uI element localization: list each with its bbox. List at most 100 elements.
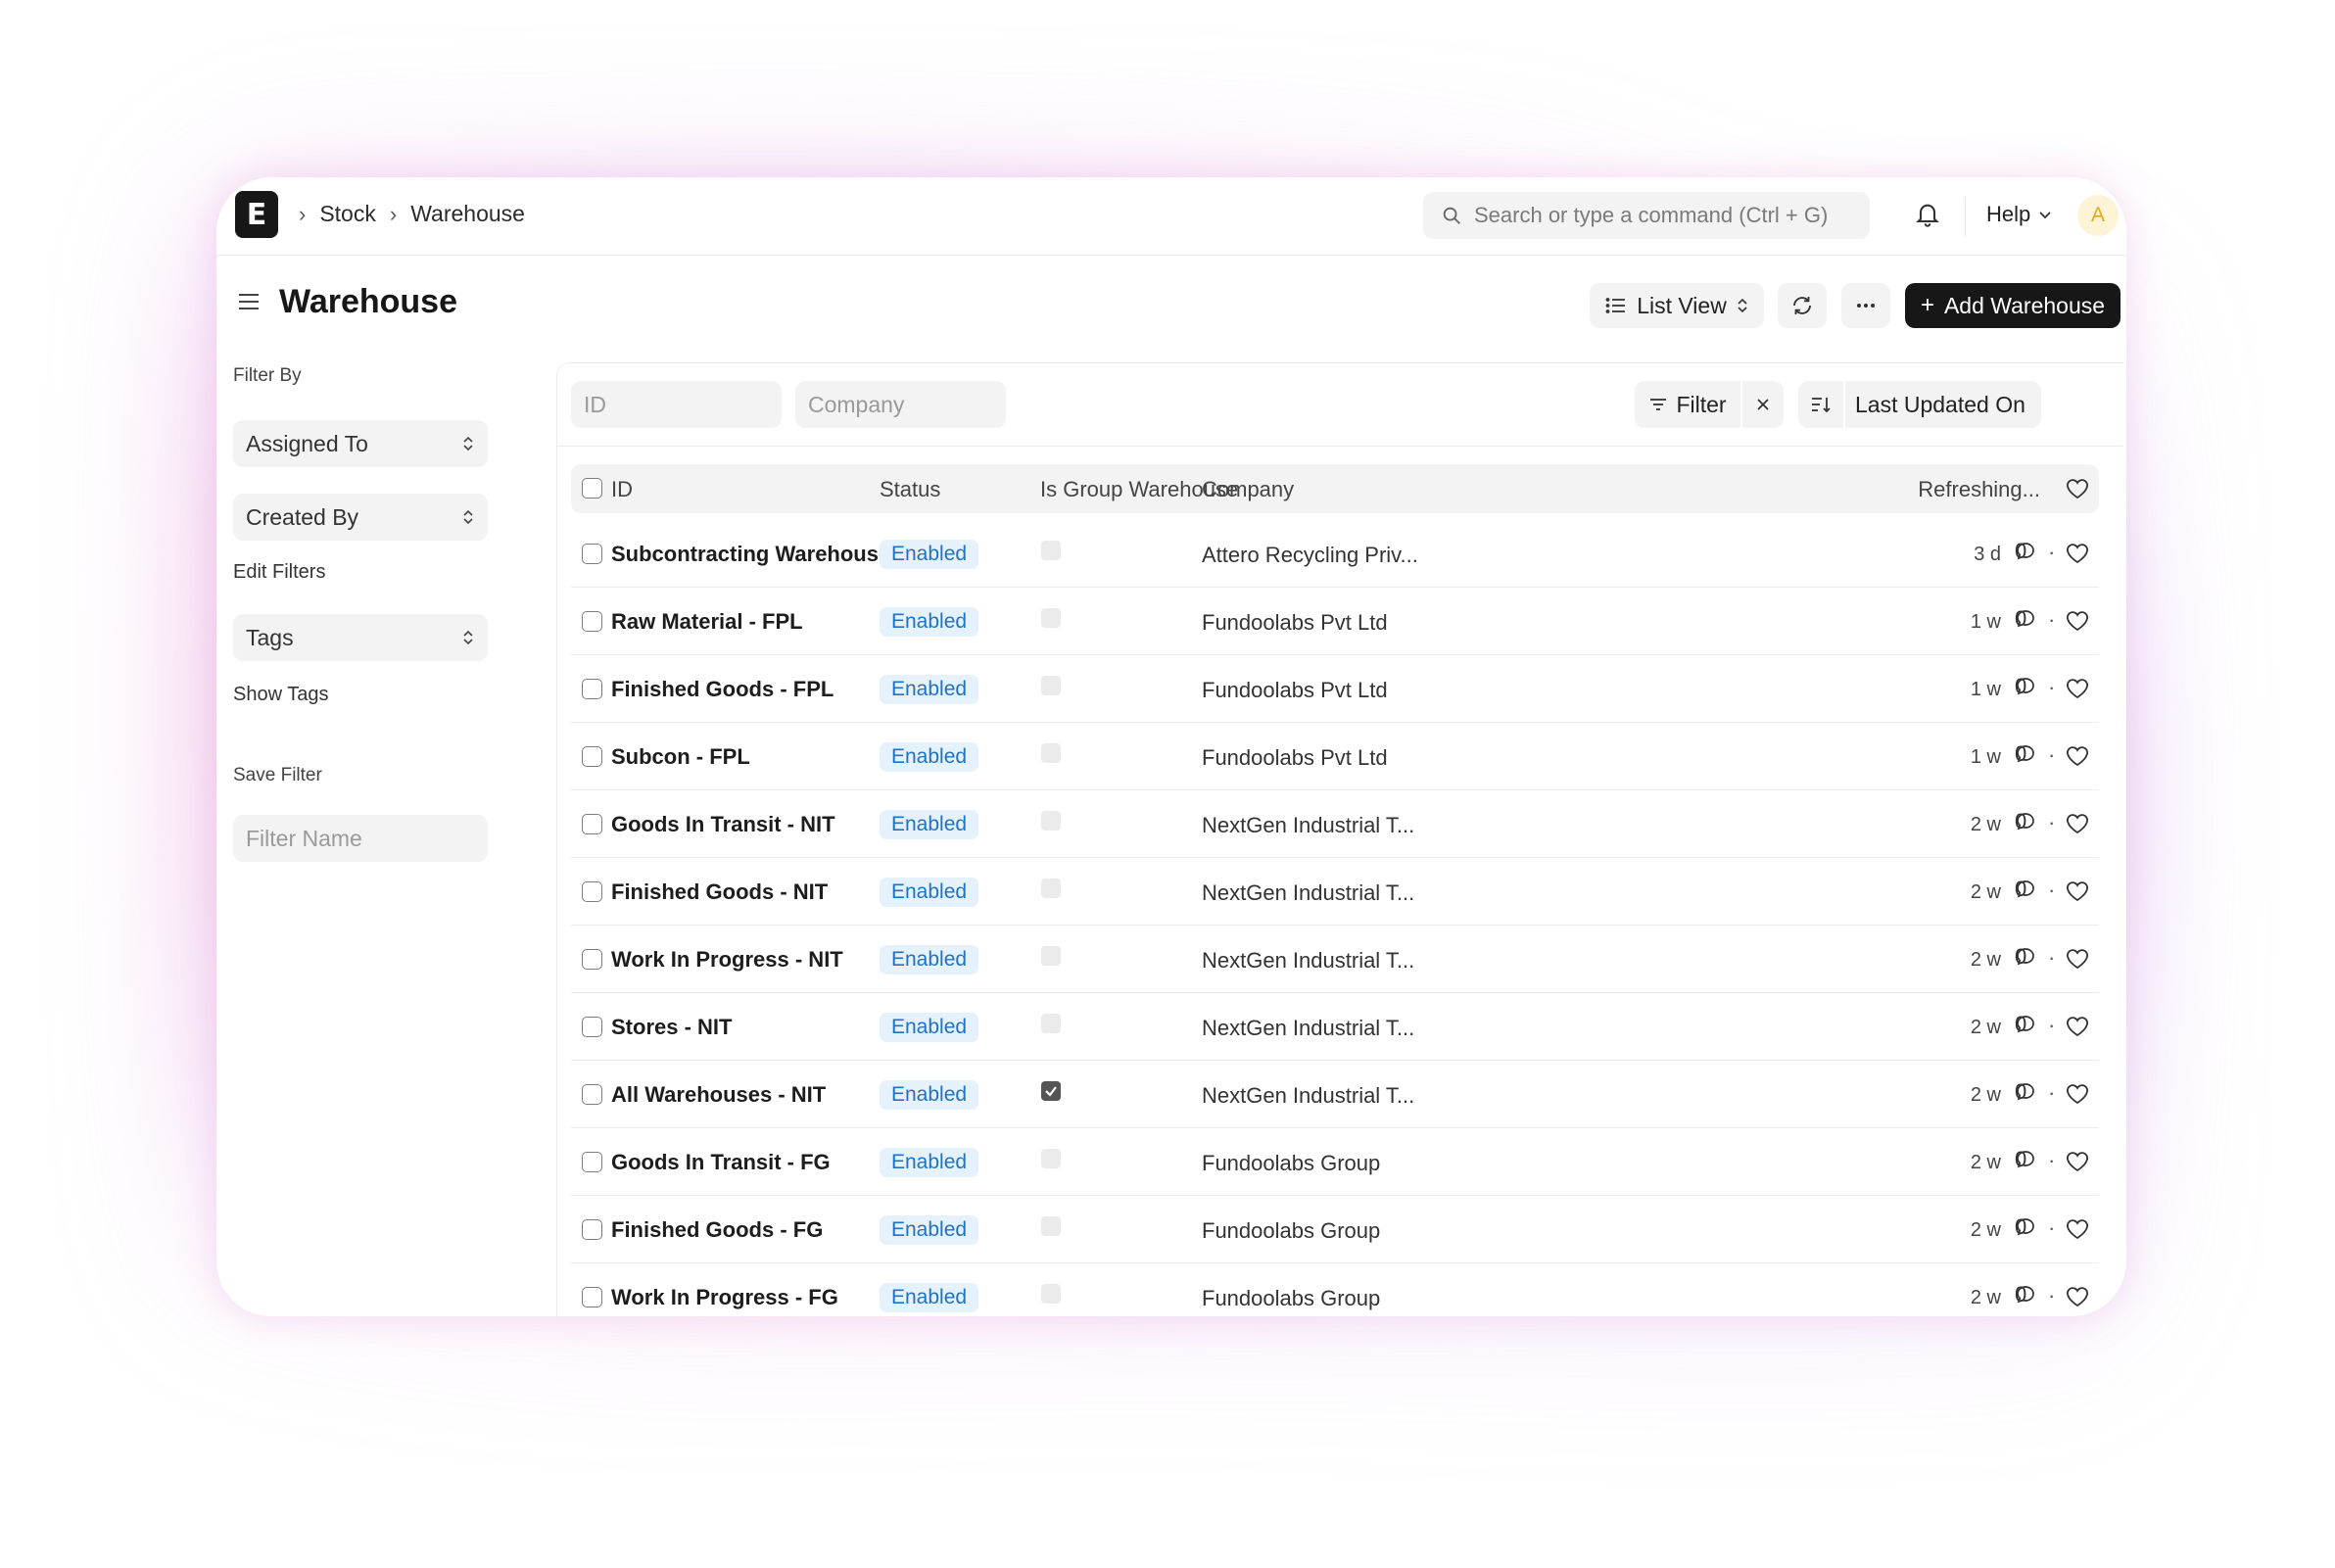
avatar[interactable]: A: [2077, 195, 2119, 236]
comment-count[interactable]: 0: [2015, 1079, 2036, 1104]
comment-count[interactable]: 0: [2015, 877, 2036, 901]
column-header-id[interactable]: ID: [611, 477, 633, 502]
edit-filters-link[interactable]: Edit Filters: [233, 561, 325, 584]
table-row[interactable]: Subcontracting Warehouse - ARPL Enabled At…: [571, 520, 2099, 588]
select-all-checkbox[interactable]: [582, 478, 602, 499]
menu-icon[interactable]: [236, 290, 262, 318]
heart-icon[interactable]: [2066, 610, 2089, 632]
table-row[interactable]: Finished Goods - FG Enabled Fundoolabs Gro…: [571, 1196, 2099, 1263]
comment-count-value: 0: [2015, 1282, 2027, 1307]
row-id-link[interactable]: Stores - NIT: [611, 1015, 732, 1040]
row-checkbox[interactable]: [582, 746, 602, 767]
is-group-checkbox: [1041, 1216, 1061, 1236]
row-checkbox[interactable]: [582, 1084, 602, 1105]
row-checkbox[interactable]: [582, 949, 602, 970]
table-row[interactable]: Finished Goods - FPL Enabled Fundoolabs Pv…: [571, 655, 2099, 723]
notification-bell-icon[interactable]: [1914, 199, 1941, 235]
comment-count[interactable]: 0: [2015, 1147, 2036, 1171]
table-row[interactable]: All Warehouses - NIT Enabled NextGen Indus…: [571, 1061, 2099, 1128]
add-warehouse-button[interactable]: + Add Warehouse: [1905, 283, 2121, 328]
row-id-link[interactable]: Goods In Transit - NIT: [611, 812, 835, 837]
heart-icon[interactable]: [2066, 813, 2089, 834]
dot-separator: ·: [2048, 810, 2056, 834]
comment-count[interactable]: 0: [2015, 1282, 2036, 1307]
row-id-link[interactable]: Subcon - FPL: [611, 744, 750, 770]
table-row[interactable]: Goods In Transit - FG Enabled Fundoolabs G…: [571, 1128, 2099, 1196]
table-row[interactable]: Work In Progress - FG Enabled Fundoolabs G…: [571, 1263, 2099, 1316]
row-id-link[interactable]: Raw Material - FPL: [611, 609, 803, 635]
row-modified-time: 3 d: [1974, 544, 2001, 565]
dot-separator: ·: [2048, 1215, 2056, 1240]
show-tags-link[interactable]: Show Tags: [233, 684, 328, 706]
assigned-to-select[interactable]: Assigned To: [233, 420, 488, 467]
status-badge: Enabled: [880, 1080, 979, 1110]
row-id-link[interactable]: Finished Goods - NIT: [611, 879, 828, 905]
comment-count[interactable]: 0: [2015, 539, 2036, 563]
heart-icon[interactable]: [2066, 880, 2089, 902]
help-dropdown[interactable]: Help: [1986, 202, 2052, 227]
created-by-select[interactable]: Created By: [233, 494, 488, 541]
status-badge: Enabled: [880, 742, 979, 772]
heart-icon[interactable]: [2066, 948, 2089, 970]
app-logo[interactable]: E: [235, 191, 278, 238]
tags-select[interactable]: Tags: [233, 614, 488, 661]
filter-name-input[interactable]: Filter Name: [233, 815, 488, 862]
table-row[interactable]: Work In Progress - NIT Enabled NextGen Ind…: [571, 926, 2099, 993]
refresh-button[interactable]: [1778, 283, 1827, 328]
table-row[interactable]: Finished Goods - NIT Enabled NextGen Indus…: [571, 858, 2099, 926]
row-id-link[interactable]: Finished Goods - FG: [611, 1217, 823, 1243]
comment-count[interactable]: 0: [2015, 1214, 2036, 1239]
heart-icon[interactable]: [2066, 478, 2089, 499]
row-id-link[interactable]: Work In Progress - FG: [611, 1285, 838, 1310]
row-id-link[interactable]: Goods In Transit - FG: [611, 1150, 831, 1175]
breadcrumb-stock[interactable]: Stock: [319, 201, 376, 227]
sort-field-button[interactable]: Last Updated On: [1845, 381, 2041, 428]
row-company: Fundoolabs Group: [1202, 1151, 1381, 1175]
sort-direction-button[interactable]: [1798, 381, 1843, 428]
table-row[interactable]: Goods In Transit - NIT Enabled NextGen Ind…: [571, 790, 2099, 858]
comment-count[interactable]: 0: [2015, 809, 2036, 833]
id-filter-input[interactable]: ID: [571, 381, 782, 428]
row-checkbox[interactable]: [582, 1017, 602, 1037]
row-checkbox[interactable]: [582, 1219, 602, 1240]
heart-icon[interactable]: [2066, 1218, 2089, 1240]
column-header-company[interactable]: Company: [1202, 477, 1294, 502]
row-id-link[interactable]: Work In Progress - NIT: [611, 947, 843, 973]
search-input[interactable]: Search or type a command (Ctrl + G): [1423, 192, 1870, 239]
breadcrumb-warehouse[interactable]: Warehouse: [410, 201, 525, 227]
comment-count[interactable]: 0: [2015, 1012, 2036, 1036]
row-checkbox[interactable]: [582, 544, 602, 564]
heart-icon[interactable]: [2066, 1016, 2089, 1037]
row-checkbox[interactable]: [582, 1152, 602, 1172]
row-checkbox[interactable]: [582, 1287, 602, 1307]
heart-icon[interactable]: [2066, 1151, 2089, 1172]
help-label: Help: [1986, 202, 2031, 226]
row-checkbox[interactable]: [582, 814, 602, 834]
table-row[interactable]: Subcon - FPL Enabled Fundoolabs Pvt Ltd 1 w…: [571, 723, 2099, 790]
company-filter-input[interactable]: Company: [795, 381, 1006, 428]
heart-icon[interactable]: [2066, 745, 2089, 767]
heart-icon[interactable]: [2066, 543, 2089, 564]
row-checkbox[interactable]: [582, 679, 602, 699]
filter-button[interactable]: Filter: [1635, 381, 1740, 428]
row-id-link[interactable]: Finished Goods - FPL: [611, 677, 834, 702]
clear-filter-button[interactable]: [1742, 381, 1784, 428]
list-view-button[interactable]: List View: [1590, 283, 1764, 328]
more-options-button[interactable]: [1841, 283, 1890, 328]
row-id-link[interactable]: All Warehouses - NIT: [611, 1082, 826, 1108]
comment-count-value: 0: [2015, 539, 2027, 563]
table-row[interactable]: Raw Material - FPL Enabled Fundoolabs Pvt …: [571, 588, 2099, 655]
row-checkbox[interactable]: [582, 611, 602, 632]
row-checkbox[interactable]: [582, 881, 602, 902]
table-row[interactable]: Stores - NIT Enabled NextGen Industrial T.…: [571, 993, 2099, 1061]
heart-icon[interactable]: [2066, 1083, 2089, 1105]
heart-icon[interactable]: [2066, 678, 2089, 699]
plus-icon: +: [1920, 292, 1934, 318]
dot-separator: ·: [2048, 1283, 2056, 1307]
heart-icon[interactable]: [2066, 1286, 2089, 1307]
comment-count[interactable]: 0: [2015, 944, 2036, 969]
comment-count[interactable]: 0: [2015, 606, 2036, 631]
comment-count[interactable]: 0: [2015, 741, 2036, 766]
column-header-status[interactable]: Status: [880, 477, 940, 502]
comment-count[interactable]: 0: [2015, 674, 2036, 698]
